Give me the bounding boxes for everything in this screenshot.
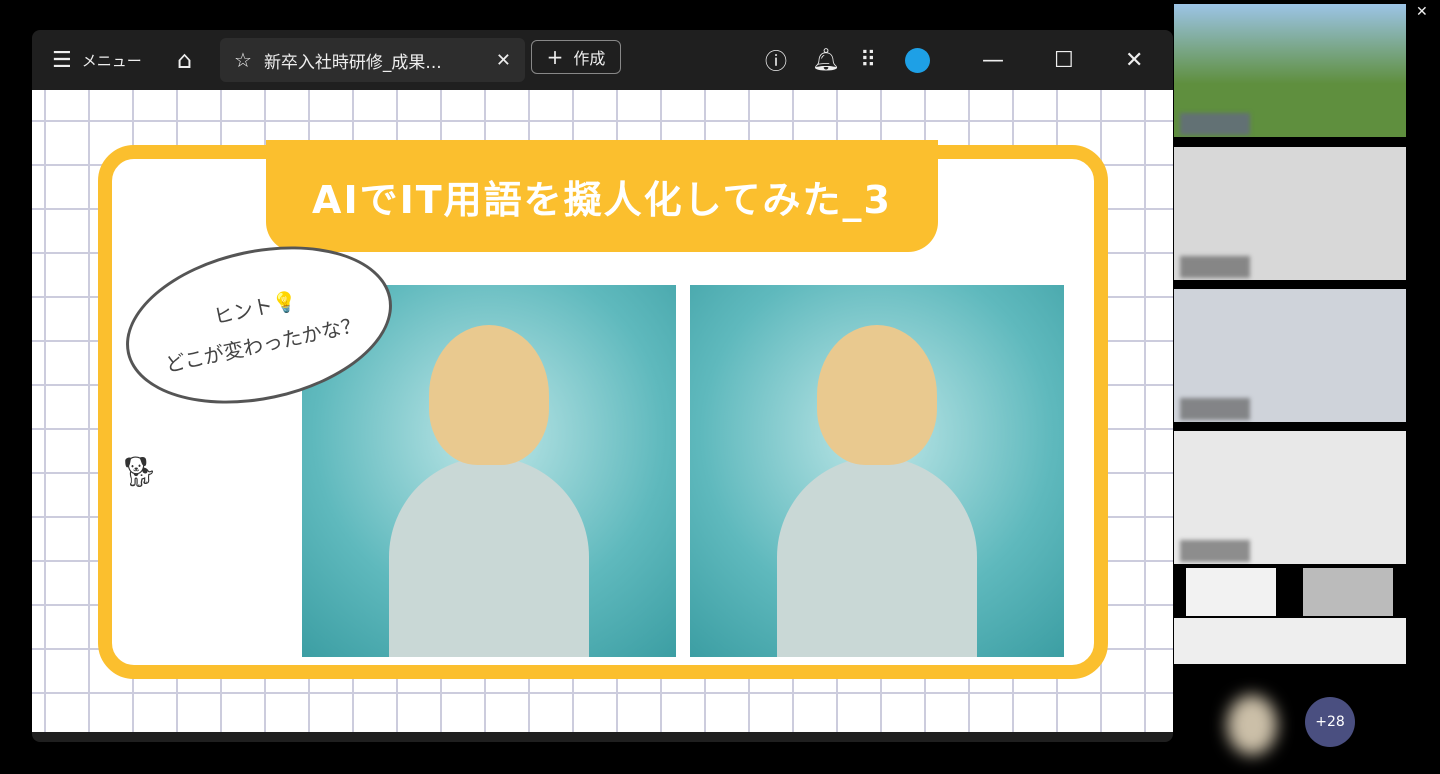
participant-video-6 bbox=[1303, 568, 1393, 616]
menu-button[interactable]: ☰ メニュー bbox=[52, 48, 142, 73]
avatar[interactable] bbox=[905, 47, 930, 73]
more-participants-button[interactable]: +28 bbox=[1305, 697, 1355, 747]
close-window-icon[interactable]: ✕ bbox=[1125, 48, 1143, 73]
maximize-icon[interactable]: ☐ bbox=[1054, 48, 1074, 73]
create-label: 作成 bbox=[573, 49, 606, 68]
star-icon[interactable]: ☆ bbox=[234, 48, 252, 72]
tab-document[interactable]: ☆ 新卒入社時研修_成果... ✕ bbox=[220, 38, 525, 82]
minimize-icon[interactable]: — bbox=[982, 48, 1004, 73]
home-icon[interactable]: ⌂ bbox=[177, 46, 192, 74]
participant-video-2 bbox=[1174, 147, 1406, 280]
hamburger-icon: ☰ bbox=[52, 47, 72, 73]
close-tab-icon[interactable]: ✕ bbox=[496, 50, 511, 71]
participant-video-4 bbox=[1174, 431, 1406, 564]
bell-icon[interactable]: 🔔︎ bbox=[812, 48, 840, 73]
toolbar: ☰ メニュー ⌂ ☆ 新卒入社時研修_成果... ✕ + 作成 ⓘ 🔔︎ ⠿ — ☐ ✕ bbox=[32, 30, 1173, 90]
participant-avatar-blurred bbox=[1227, 695, 1277, 755]
participant-video-strip bbox=[1174, 618, 1406, 664]
slide-canvas: AIでIT用語を擬人化してみた_3 ヒント💡 どこが変わったかな？ 🐕︎ bbox=[32, 90, 1173, 732]
slide-title: AIでIT用語を擬人化してみた_3 bbox=[266, 140, 938, 252]
dog-icon: 🐕︎ bbox=[120, 455, 159, 490]
participant-video-3 bbox=[1174, 289, 1406, 422]
create-button[interactable]: + 作成 bbox=[531, 40, 621, 74]
plus-icon: + bbox=[546, 45, 564, 69]
participant-video-1 bbox=[1174, 4, 1406, 137]
menu-label: メニュー bbox=[81, 51, 142, 70]
apps-grid-icon[interactable]: ⠿ bbox=[860, 48, 876, 73]
character-image-right bbox=[690, 285, 1064, 657]
participant-video-5 bbox=[1186, 568, 1276, 616]
tab-title: 新卒入社時研修_成果... bbox=[263, 52, 442, 73]
close-panel-icon[interactable]: ✕ bbox=[1416, 4, 1428, 20]
help-icon[interactable]: ⓘ bbox=[765, 44, 787, 76]
app-window: ☰ メニュー ⌂ ☆ 新卒入社時研修_成果... ✕ + 作成 ⓘ 🔔︎ ⠿ — ☐ ✕… bbox=[32, 30, 1173, 742]
